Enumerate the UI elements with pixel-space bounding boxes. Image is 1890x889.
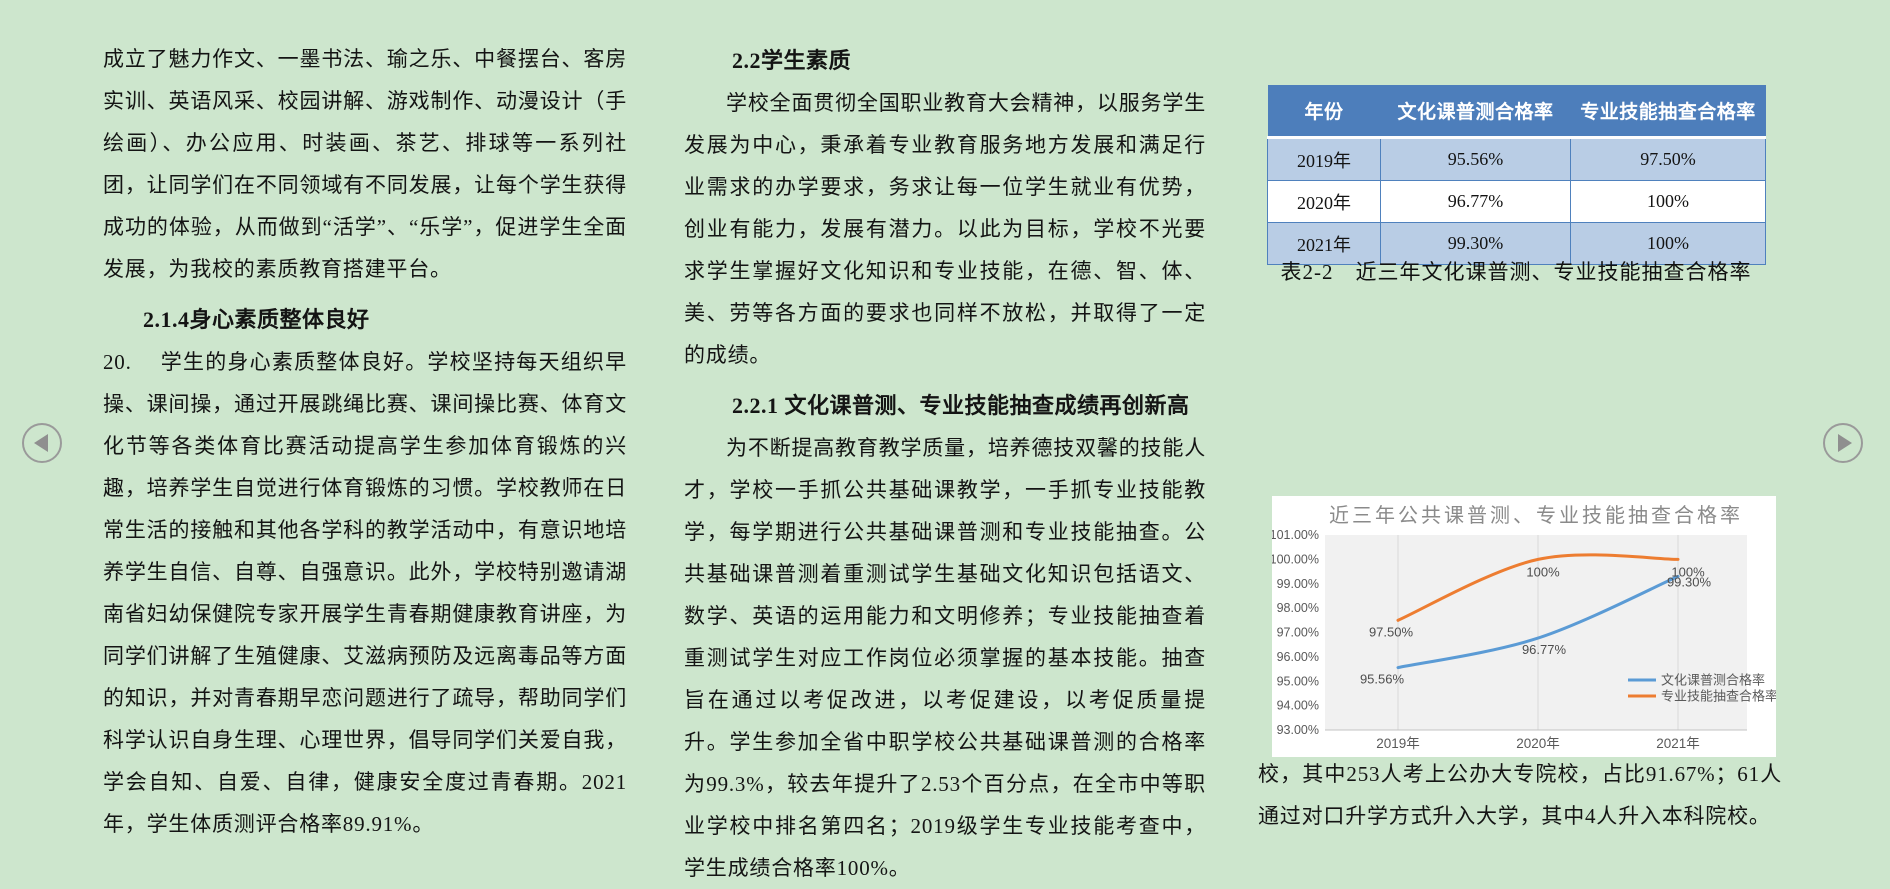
table-row: 2020年 96.77% 100% [1268,181,1766,223]
svg-text:100%: 100% [1526,564,1560,579]
paragraph: 为不断提高教育教学质量，培养德技双馨的技能人才，学校一手抓公共基础课教学，一手抓… [684,427,1206,889]
table-header-skill-rate: 专业技能抽查合格率 [1571,85,1766,138]
prev-page-button[interactable] [22,423,62,463]
table-header-year: 年份 [1268,85,1381,138]
svg-text:2020年: 2020年 [1516,736,1560,751]
next-page-button[interactable] [1823,423,1863,463]
table-cell: 2019年 [1268,138,1381,181]
svg-text:100%: 100% [1671,564,1705,579]
table-cell: 95.56% [1381,138,1571,181]
svg-text:101.00%: 101.00% [1272,528,1319,542]
svg-text:95.56%: 95.56% [1360,672,1405,687]
pass-rate-table: 年份 文化课普测合格率 专业技能抽查合格率 2019年 95.56% 97.50… [1267,85,1766,265]
paragraph: 校，其中253人考上公办大专院校，占比91.67%；61人通过对口升学方式升入大… [1258,753,1782,837]
table-caption: 表2-2 近三年文化课普测、专业技能抽查合格率 [1267,256,1765,286]
paragraph: 20. 学生的身心素质整体良好。学校坚持每天组织早操、课间操，通过开展跳绳比赛、… [103,341,627,845]
right-text-column: 校，其中253人考上公办大专院校，占比91.67%；61人通过对口升学方式升入大… [1258,753,1782,837]
svg-text:100.00%: 100.00% [1272,552,1319,566]
svg-text:95.00%: 95.00% [1277,674,1319,688]
svg-text:96.77%: 96.77% [1522,642,1567,657]
arrow-right-icon [1838,434,1852,452]
table-cell: 2020年 [1268,181,1381,223]
svg-text:近三年公共课普测、专业技能抽查合格率: 近三年公共课普测、专业技能抽查合格率 [1329,504,1743,527]
svg-text:专业技能抽查合格率: 专业技能抽查合格率 [1661,689,1776,704]
table-cell: 97.50% [1571,138,1766,181]
table-cell: 100% [1571,181,1766,223]
paragraph: 学校全面贯彻全国职业教育大会精神，以服务学生发展为中心，秉承着专业教育服务地方发… [684,82,1206,376]
pass-rate-line-chart: 近三年公共课普测、专业技能抽查合格率 101.00% 100.00% 99.00% 98… [1272,496,1776,757]
table-cell: 96.77% [1381,181,1571,223]
middle-text-column: 2.2学生素质 学校全面贯彻全国职业教育大会精神，以服务学生发展为中心，秉承着专… [684,40,1206,889]
left-text-column: 成立了魅力作文、一墨书法、瑜之乐、中餐摆台、客房实训、英语风采、校园讲解、游戏制… [103,38,627,845]
table-header-row: 年份 文化课普测合格率 专业技能抽查合格率 [1268,85,1766,138]
table-row: 2019年 95.56% 97.50% [1268,138,1766,181]
svg-text:96.00%: 96.00% [1277,650,1319,664]
pass-rate-chart-card: 近三年公共课普测、专业技能抽查合格率 101.00% 100.00% 99.00% 98… [1272,496,1776,757]
arrow-left-icon [34,434,48,452]
section-heading-2-1-4: 2.1.4身心素质整体良好 [103,299,627,341]
svg-text:97.50%: 97.50% [1369,624,1414,639]
svg-text:94.00%: 94.00% [1277,699,1319,713]
svg-text:98.00%: 98.00% [1277,601,1319,615]
svg-text:2021年: 2021年 [1656,736,1700,751]
svg-text:99.00%: 99.00% [1277,577,1319,591]
paragraph: 成立了魅力作文、一墨书法、瑜之乐、中餐摆台、客房实训、英语风采、校园讲解、游戏制… [103,38,627,290]
section-heading-2-2: 2.2学生素质 [684,40,1206,82]
svg-text:2019年: 2019年 [1376,736,1420,751]
svg-text:97.00%: 97.00% [1277,626,1319,640]
document-reader-page: { "page": { "background_color": "#cde6cd… [0,0,1890,879]
svg-text:93.00%: 93.00% [1277,723,1319,737]
table-header-culture-rate: 文化课普测合格率 [1381,85,1571,138]
section-heading-2-2-1: 2.2.1 文化课普测、专业技能抽查成绩再创新高 [684,385,1206,427]
svg-text:文化课普测合格率: 文化课普测合格率 [1661,673,1765,688]
